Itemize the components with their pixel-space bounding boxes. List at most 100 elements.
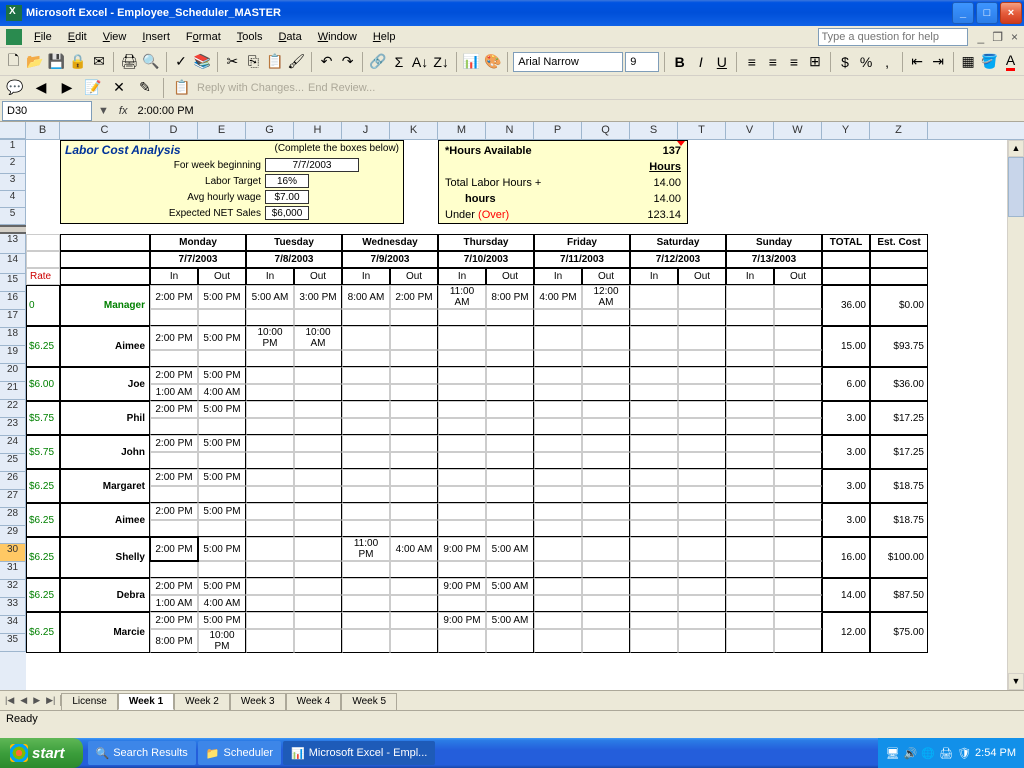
comma-icon[interactable]: ,	[878, 51, 897, 73]
cost-cell[interactable]: $18.75	[870, 469, 928, 503]
time-cell[interactable]	[438, 561, 486, 578]
time-cell[interactable]	[486, 520, 534, 537]
time-cell[interactable]	[678, 503, 726, 520]
time-cell[interactable]	[294, 401, 342, 418]
row-header-15[interactable]: 15	[0, 274, 26, 292]
select-all-corner[interactable]	[0, 122, 26, 139]
row-header-29[interactable]: 29	[0, 526, 26, 544]
time-cell[interactable]: 1:00 AM	[150, 384, 198, 401]
doc-close-button[interactable]: ×	[1007, 30, 1022, 44]
time-cell[interactable]	[726, 469, 774, 486]
time-cell[interactable]	[534, 435, 582, 452]
employee-name[interactable]: Aimee	[60, 326, 150, 367]
time-cell[interactable]	[678, 452, 726, 469]
time-cell[interactable]	[726, 309, 774, 326]
menu-view[interactable]: View	[95, 29, 135, 45]
time-cell[interactable]	[534, 326, 582, 350]
format-painter-icon[interactable]: 🖌	[286, 51, 306, 73]
column-header-N[interactable]: N	[486, 122, 534, 139]
tray-icon[interactable]: 🖥	[886, 747, 900, 760]
time-cell[interactable]	[390, 595, 438, 612]
time-cell[interactable]	[726, 520, 774, 537]
employee-name[interactable]: Debra	[60, 578, 150, 612]
time-cell[interactable]	[726, 561, 774, 578]
time-cell[interactable]	[726, 486, 774, 503]
row-header-26[interactable]: 26	[0, 472, 26, 490]
time-cell[interactable]: 8:00 PM	[486, 285, 534, 309]
cut-icon[interactable]: ✂	[223, 51, 242, 73]
schedule-table[interactable]: MondayTuesdayWednesdayThursdayFridaySatu…	[26, 234, 928, 653]
time-cell[interactable]	[294, 595, 342, 612]
time-cell[interactable]	[150, 309, 198, 326]
menu-format[interactable]: Format	[178, 29, 229, 45]
time-cell[interactable]	[294, 612, 342, 629]
time-cell[interactable]	[726, 326, 774, 350]
time-cell[interactable]: 5:00 PM	[198, 435, 246, 452]
time-cell[interactable]	[486, 561, 534, 578]
time-cell[interactable]	[198, 561, 246, 578]
italic-icon[interactable]: I	[691, 51, 710, 73]
time-cell[interactable]	[534, 486, 582, 503]
time-cell[interactable]	[150, 452, 198, 469]
new-icon[interactable]: 🗋	[4, 51, 23, 73]
time-cell[interactable]	[246, 309, 294, 326]
row-header-2[interactable]: 2	[0, 157, 26, 174]
time-cell[interactable]	[726, 537, 774, 561]
time-cell[interactable]	[342, 452, 390, 469]
doc-minimize-button[interactable]: _	[974, 30, 989, 44]
menu-data[interactable]: Data	[270, 29, 309, 45]
scroll-down-button[interactable]: ▼	[1008, 673, 1024, 690]
tray-icon[interactable]: 🔊	[904, 747, 918, 760]
time-cell[interactable]	[582, 309, 630, 326]
time-cell[interactable]	[582, 595, 630, 612]
time-cell[interactable]	[630, 503, 678, 520]
increase-indent-icon[interactable]: ⇥	[929, 51, 948, 73]
time-cell[interactable]	[774, 537, 822, 561]
time-cell[interactable]	[342, 435, 390, 452]
time-cell[interactable]	[246, 418, 294, 435]
time-cell[interactable]	[678, 595, 726, 612]
time-cell[interactable]: 2:00 PM	[150, 612, 198, 629]
time-cell[interactable]	[774, 595, 822, 612]
time-cell[interactable]	[246, 578, 294, 595]
tray-icon[interactable]: 🛡	[957, 747, 971, 760]
rate-cell[interactable]: 0	[26, 285, 60, 326]
employee-name[interactable]: Aimee	[60, 503, 150, 537]
row-header-32[interactable]: 32	[0, 580, 26, 598]
time-cell[interactable]	[390, 503, 438, 520]
employee-name[interactable]: Shelly	[60, 537, 150, 578]
time-cell[interactable]	[582, 367, 630, 384]
column-header-H[interactable]: H	[294, 122, 342, 139]
track-changes-icon[interactable]: 📋	[171, 77, 193, 99]
time-cell[interactable]	[534, 561, 582, 578]
time-cell[interactable]	[630, 595, 678, 612]
merge-icon[interactable]: ⊞	[805, 51, 824, 73]
rate-cell[interactable]: $6.25	[26, 537, 60, 578]
close-button[interactable]: ×	[1000, 2, 1022, 24]
time-cell[interactable]	[198, 452, 246, 469]
column-header-Z[interactable]: Z	[870, 122, 928, 139]
time-cell[interactable]: 4:00 AM	[390, 537, 438, 561]
rate-cell[interactable]: $6.25	[26, 469, 60, 503]
rate-cell[interactable]: $6.25	[26, 578, 60, 612]
time-cell[interactable]	[678, 612, 726, 629]
time-cell[interactable]: 5:00 AM	[486, 537, 534, 561]
system-tray[interactable]: 🖥 🔊 🌐 🖨 🛡 2:54 PM	[878, 738, 1024, 768]
tray-icon[interactable]: 🖨	[939, 747, 953, 760]
time-cell[interactable]	[438, 435, 486, 452]
row-header-1[interactable]: 1	[0, 140, 26, 157]
time-cell[interactable]	[726, 367, 774, 384]
font-color-icon[interactable]: A	[1001, 51, 1020, 73]
time-cell[interactable]	[678, 418, 726, 435]
horizontal-scrollbar[interactable]	[401, 692, 1024, 709]
time-cell[interactable]	[486, 418, 534, 435]
column-header-K[interactable]: K	[390, 122, 438, 139]
time-cell[interactable]	[150, 520, 198, 537]
time-cell[interactable]	[630, 612, 678, 629]
time-cell[interactable]	[486, 629, 534, 653]
time-cell[interactable]	[342, 326, 390, 350]
time-cell[interactable]	[438, 452, 486, 469]
time-cell[interactable]	[774, 367, 822, 384]
minimize-button[interactable]: _	[952, 2, 974, 24]
total-cell[interactable]: 16.00	[822, 537, 870, 578]
